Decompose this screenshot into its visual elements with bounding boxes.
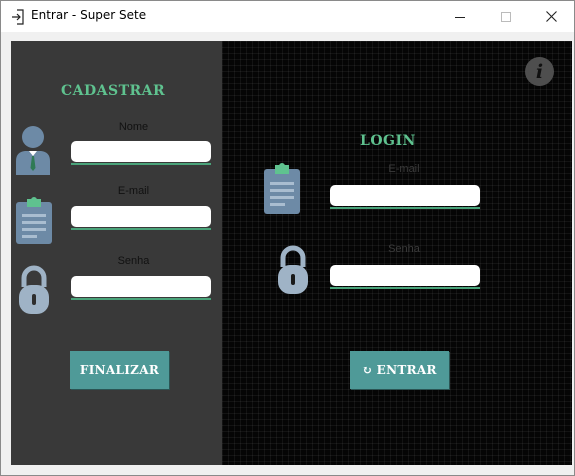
clipboard-icon xyxy=(15,197,53,249)
maximize-button[interactable] xyxy=(483,1,529,32)
finalize-button[interactable]: FINALIZAR xyxy=(70,351,169,389)
login-password-input[interactable] xyxy=(330,265,480,286)
login-email-input[interactable] xyxy=(330,185,480,206)
login-email-label: E-mail xyxy=(388,163,420,175)
clipboard-icon xyxy=(263,163,301,219)
register-panel: CADASTRAR Nome E-mail Senha FINALIZAR xyxy=(11,41,222,465)
enter-button-label: ENTRAR xyxy=(376,363,437,377)
register-password-input[interactable] xyxy=(71,276,211,297)
register-password-label: Senha xyxy=(117,255,150,267)
register-password-underline xyxy=(71,298,211,300)
login-panel: i LOGIN E-mail Senha ↻ ENTRAR xyxy=(222,41,572,465)
enter-button[interactable]: ↻ ENTRAR xyxy=(350,351,449,389)
login-password-underline xyxy=(330,287,480,289)
register-email-input[interactable] xyxy=(71,206,211,227)
name-label: Nome xyxy=(118,121,149,133)
lock-icon xyxy=(277,245,309,299)
login-window: Entrar - Super Sete CADASTRAR Nome E-mai… xyxy=(0,0,575,476)
name-underline xyxy=(71,163,211,165)
title-bar[interactable]: Entrar - Super Sete xyxy=(1,1,574,32)
login-heading: LOGIN xyxy=(360,133,416,149)
minimize-button[interactable] xyxy=(437,1,483,32)
register-email-label: E-mail xyxy=(117,185,150,197)
refresh-icon: ↻ xyxy=(362,363,373,377)
close-button[interactable] xyxy=(528,1,574,32)
login-email-underline xyxy=(330,207,480,209)
finalize-button-label: FINALIZAR xyxy=(79,363,160,377)
info-icon[interactable]: i xyxy=(525,57,554,86)
window-title: Entrar - Super Sete xyxy=(31,8,147,22)
register-name-input[interactable] xyxy=(71,141,211,162)
lock-icon xyxy=(18,265,50,319)
login-arrow-icon xyxy=(11,9,25,25)
register-email-underline xyxy=(71,228,211,230)
login-password-label: Senha xyxy=(388,243,420,255)
main-content: CADASTRAR Nome E-mail Senha FINALIZAR i … xyxy=(11,41,572,465)
register-heading: CADASTRAR xyxy=(61,83,166,99)
user-icon xyxy=(15,125,51,181)
